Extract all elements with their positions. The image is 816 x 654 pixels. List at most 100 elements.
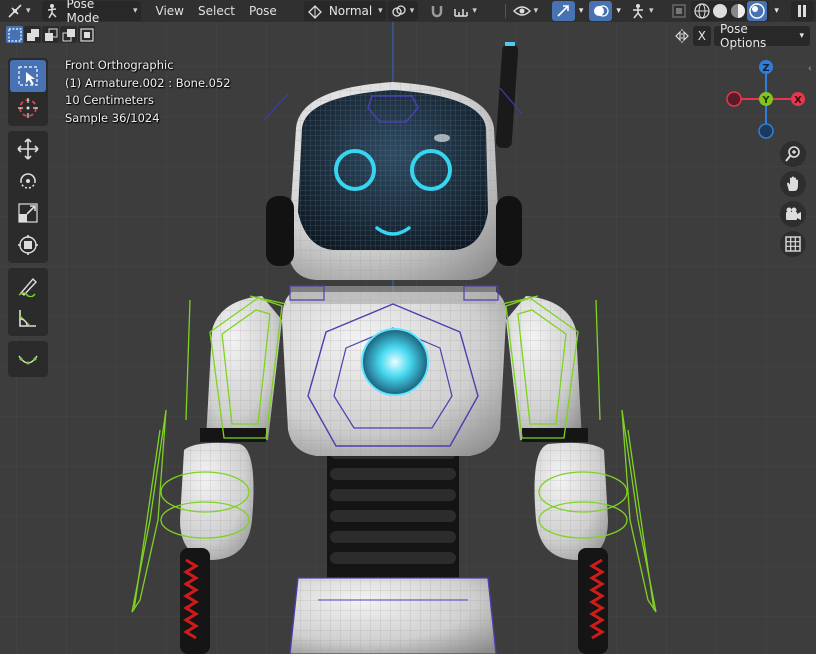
pose-mode-icon <box>47 4 57 19</box>
pause-icon <box>798 5 807 17</box>
pivot-icon <box>392 5 406 17</box>
gizmo-options-dropdown[interactable]: ▾ <box>579 6 584 16</box>
viewport-header: ▾ Pose Mode ▾ View Select Pose Normal ▾ … <box>0 0 816 25</box>
pose-options-dropdown[interactable]: Pose Options ▾ <box>714 22 810 50</box>
tool-group-select <box>8 58 48 126</box>
select-subtract-button[interactable] <box>42 26 59 43</box>
chevron-down-icon: ▾ <box>132 6 138 16</box>
sidebar-toggle[interactable]: ‹ <box>808 64 816 78</box>
select-intersect-icon <box>79 27 94 42</box>
chevron-down-icon: ▾ <box>26 6 31 16</box>
cursor-icon <box>18 98 38 118</box>
select-subtract-icon <box>44 28 57 41</box>
active-object: (1) Armature.002 : Bone.052 <box>65 75 231 90</box>
grid-icon <box>785 236 801 252</box>
chevron-down-icon: ▾ <box>378 6 383 16</box>
tweak-icon <box>18 66 38 86</box>
snap-target-dropdown[interactable]: ▾ <box>450 1 488 21</box>
camera-view-button[interactable] <box>780 201 806 227</box>
tweak-tool[interactable] <box>10 60 46 92</box>
rendered-shading-icon <box>749 3 766 19</box>
gizmo-icon <box>557 5 570 17</box>
chevron-down-icon: ▾ <box>533 6 539 16</box>
pose-options-area: X Pose Options ▾ <box>674 22 810 50</box>
hand-icon <box>787 176 798 191</box>
overlays-icon <box>593 5 609 17</box>
tool-shelf <box>8 58 48 382</box>
magnet-icon <box>432 6 443 18</box>
grid-scale: 10 Centimeters <box>65 93 154 107</box>
chevron-down-icon: ▾ <box>472 6 477 16</box>
transform-orientation-dropdown[interactable]: Normal ▾ <box>303 1 386 21</box>
overlays-dropdown[interactable]: ▾ <box>616 6 621 16</box>
xray-icon <box>672 4 687 18</box>
annotate-tool[interactable] <box>10 270 46 302</box>
gizmo-x-negative[interactable] <box>726 91 742 107</box>
gizmo-toggle[interactable] <box>551 1 575 21</box>
viewport-info: Front Orthographic (1) Armature.002 : Bo… <box>65 57 231 127</box>
select-invert-button[interactable] <box>60 26 77 43</box>
menu-view[interactable]: View <box>149 4 191 18</box>
3d-viewport[interactable]: Front Orthographic (1) Armature.002 : Bo… <box>0 22 816 654</box>
relax-icon <box>18 355 38 365</box>
mirror-icon[interactable] <box>674 28 690 44</box>
select-new-button[interactable] <box>6 26 23 43</box>
measure-icon <box>19 310 36 327</box>
scale-tool[interactable] <box>10 197 46 229</box>
menu-pose[interactable]: Pose <box>242 4 284 18</box>
solid-shading-icon[interactable] <box>711 2 729 20</box>
select-intersect-button[interactable] <box>78 26 95 43</box>
render-sample: Sample 36/1024 <box>65 110 160 125</box>
tool-group-transform <box>8 131 48 263</box>
gizmo-z-label: Z <box>762 63 769 74</box>
zoom-icon <box>785 146 800 162</box>
move-tool[interactable] <box>10 133 46 165</box>
pivot-point-dropdown[interactable]: ▾ <box>387 1 419 21</box>
mode-dropdown[interactable]: Pose Mode ▾ <box>41 0 141 25</box>
editor-type-button[interactable]: ▾ <box>4 1 34 21</box>
navigation-gizmo[interactable]: Z X Y <box>722 58 810 140</box>
viewport-subheader: X Pose Options ▾ <box>0 22 816 50</box>
xray-toggle[interactable] <box>669 1 689 21</box>
select-extend-icon <box>26 28 39 41</box>
snap-increment-icon <box>454 9 469 17</box>
tool-group-relax <box>8 341 48 377</box>
header-separator <box>504 4 506 18</box>
shading-options-dropdown[interactable]: ▾ <box>774 6 779 16</box>
pan-button[interactable] <box>780 171 806 197</box>
cursor-tool[interactable] <box>10 92 46 124</box>
transform-tool[interactable] <box>10 229 46 261</box>
bone-overlay-icon <box>632 4 643 19</box>
gizmo-y-label: Y <box>761 95 770 106</box>
relax-tool[interactable] <box>10 343 46 375</box>
gizmo-z-negative[interactable] <box>758 123 774 139</box>
material-shading-icon[interactable] <box>729 2 747 20</box>
selection-mode-buttons <box>6 26 96 43</box>
measure-tool[interactable] <box>10 302 46 334</box>
select-extend-button[interactable] <box>24 26 41 43</box>
rotate-icon <box>20 173 36 189</box>
annotate-icon <box>18 277 37 297</box>
chevron-down-icon: ▾ <box>648 6 654 16</box>
camera-icon <box>786 207 801 220</box>
rotate-tool[interactable] <box>10 165 46 197</box>
overlays-toggle[interactable] <box>589 1 613 21</box>
pause-render-button[interactable] <box>790 1 815 21</box>
chevron-down-icon: ▾ <box>799 31 804 41</box>
wireframe-shading-icon[interactable] <box>693 2 711 20</box>
x-mirror-toggle[interactable]: X <box>692 26 711 46</box>
snap-toggle[interactable] <box>426 1 448 21</box>
move-icon <box>17 138 39 160</box>
gizmo-x-label: X <box>794 95 802 106</box>
tool-group-annotate <box>8 268 48 336</box>
rendered-shading-button[interactable] <box>747 1 768 21</box>
transform-icon <box>18 235 38 255</box>
zoom-button[interactable] <box>780 141 806 167</box>
perspective-toggle-button[interactable] <box>780 231 806 257</box>
orientation-label: Normal <box>328 4 373 18</box>
menu-select[interactable]: Select <box>191 4 242 18</box>
visibility-dropdown[interactable]: ▾ <box>510 1 550 21</box>
bone-overlay-toggle[interactable]: ▾ <box>627 1 661 21</box>
chevron-down-icon: ▾ <box>409 6 415 16</box>
eye-icon <box>512 6 531 16</box>
